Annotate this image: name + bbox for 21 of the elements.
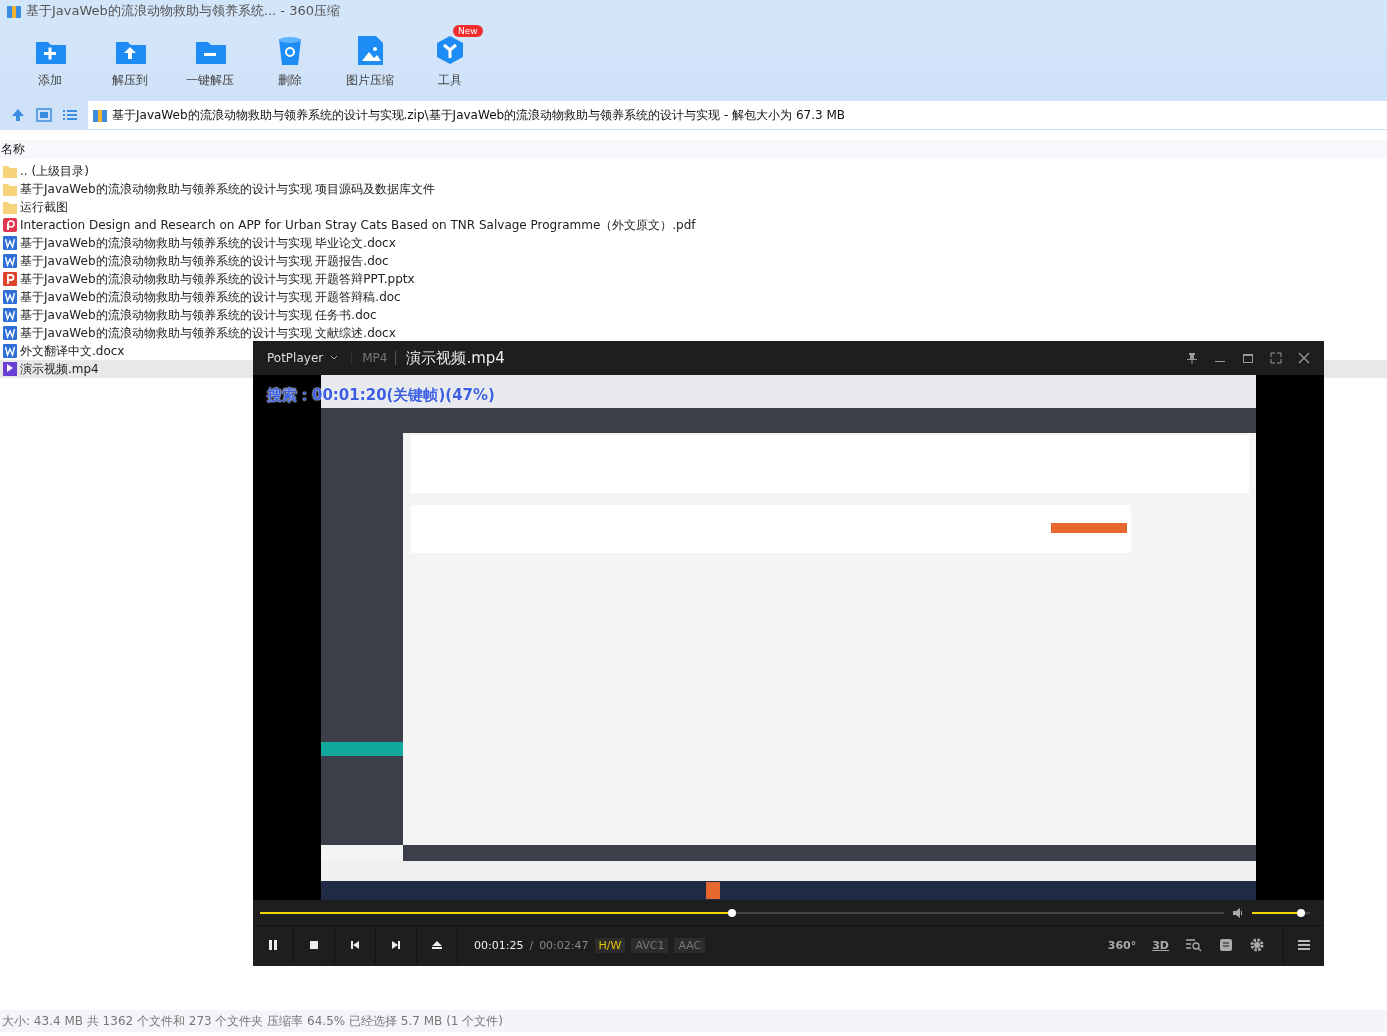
time-separator: /	[529, 938, 534, 952]
new-badge: New	[453, 25, 483, 37]
current-time: 00:01:25	[474, 938, 524, 952]
file-name: 基于JavaWeb的流浪动物救助与领养系统的设计与实现 开题答辩PPT.pptx	[20, 270, 415, 288]
path-text: 基于JavaWeb的流浪动物救助与领养系统的设计与实现.zip\基于JavaWeb的流浪动物救助与领养系统的设计与实现 - 解包大小为 67.3 MB	[112, 106, 846, 124]
file-name: 基于JavaWeb的流浪动物救助与领养系统的设计与实现 开题答辩稿.doc	[20, 288, 401, 306]
file-name: .. (上级目录)	[20, 162, 89, 180]
file-name: 基于JavaWeb的流浪动物救助与领养系统的设计与实现 文献综述.docx	[20, 324, 396, 342]
video-title: 演示视频.mp4	[406, 348, 505, 368]
file-name: 运行截图	[20, 198, 68, 216]
duration-time: 00:02:47	[539, 938, 589, 952]
file-name: 外文翻译中文.docx	[20, 342, 125, 360]
file-name: 演示视频.mp4	[20, 360, 99, 378]
file-name: 基于JavaWeb的流浪动物救助与领养系统的设计与实现 项目源码及数据库文件	[20, 180, 436, 198]
status-bar: 大小: 43.4 MB 共 1362 个文件和 273 个文件夹 压缩率 64.5% 已经选择 5.7 MB (1 个文件)	[0, 1010, 1387, 1032]
file-name: 基于JavaWeb的流浪动物救助与领养系统的设计与实现 任务书.doc	[20, 306, 377, 324]
file-name: 基于JavaWeb的流浪动物救助与领养系统的设计与实现 开题报告.doc	[20, 252, 389, 270]
format-label: MP4	[362, 351, 397, 365]
file-name: 基于JavaWeb的流浪动物救助与领养系统的设计与实现 毕业论文.docx	[20, 234, 396, 252]
window-title: 基于JavaWeb的流浪动物救助与领养系统... - 360压缩	[26, 2, 340, 20]
file-name: Interaction Design and Research on APP for Urban Stray Cats Based on TNR Salvage Programme（外文原文）.pdf	[20, 216, 696, 234]
